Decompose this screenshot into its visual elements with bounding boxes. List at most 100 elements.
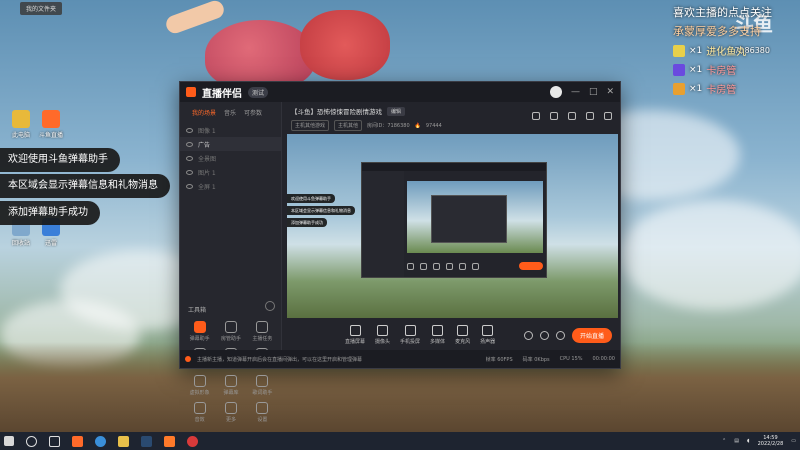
control-label: 多媒体 [430,339,446,345]
close-button[interactable]: ✕ [606,87,614,97]
speaker-button[interactable]: 扬声器 [480,325,495,345]
tab-scenes[interactable]: 我的场景 [192,108,216,117]
eye-icon[interactable] [186,141,193,147]
task-view-icon[interactable] [49,435,60,447]
scene-label: 全屏 1 [198,183,216,191]
danmaku-toast: 本区域会显示弹幕信息和礼物消息 [0,174,170,198]
camera-icon [377,325,389,336]
tool-sound[interactable]: 音效 [184,402,215,423]
scene-item[interactable]: 广告 [180,137,281,151]
camera-button[interactable]: 摄像头 [375,325,390,345]
eye-icon[interactable] [186,127,193,133]
start-live-button[interactable]: 开始直播 [571,327,612,343]
danmaku-toast: 添加弹幕助手成功 [0,201,100,225]
phone-icon [404,325,416,336]
tool-lyrics[interactable]: 歌词助手 [247,375,278,396]
desktop-icon[interactable]: 斗鱼直播 [30,110,72,139]
eye-icon[interactable] [539,330,549,340]
gift-badge-icon [673,82,685,95]
browser-icon[interactable] [95,435,106,447]
overlay-line1: 喜欢主播的点点关注 [673,6,772,19]
nested-sidebar [362,171,404,277]
stream-preview[interactable]: 欢迎使用斗鱼弹幕助手 本区域会显示弹幕信息和礼物消息 添加弹幕助手成功 [287,134,618,318]
toolbox-more-icon[interactable] [265,301,275,311]
lock-icon[interactable] [550,112,558,120]
cloud [620,200,800,310]
status-text[interactable]: 主播新主播，知道弹幕开启后会在直播间弹出，可以在这里开启和管理弹幕 [197,356,362,363]
record-icon[interactable] [523,330,533,340]
scene-item[interactable]: 图像 1 [180,123,281,137]
shop-icon[interactable] [568,112,576,120]
tool-admin-assistant[interactable]: 房管助手 [215,321,246,342]
subcategory-pill[interactable]: 主机其他 [334,120,363,131]
edit-title-button[interactable]: 编辑 [387,106,406,116]
live-companion-taskbar-icon[interactable] [164,435,175,447]
settings-gear-icon[interactable] [555,330,565,340]
scene-item[interactable]: 全景图 [180,151,281,165]
bell-icon[interactable] [586,112,594,120]
microphone-button[interactable]: 麦克风 [455,325,470,345]
tray-arrow-icon[interactable]: ⌃ [722,438,726,444]
overlay-line2: 承蒙厚爱多多支持 [673,25,761,38]
minimize-button[interactable]: — [571,87,580,97]
desktop-folder-tag[interactable]: 我的文件夹 [20,2,63,15]
network-icon[interactable]: ▤ [734,438,739,444]
room-title[interactable]: 【斗鱼】恐怖惊悚冒险剧情游戏 [291,106,382,116]
avatar[interactable] [549,86,562,98]
desktop-icon-label: 斗鱼直播 [38,132,63,139]
preview-toast: 欢迎使用斗鱼弹幕助手 [287,194,335,203]
gift-name: 进化鱼丸 [706,47,747,58]
scene-item[interactable]: 全屏 1 [180,179,281,193]
room-header: 【斗鱼】恐怖惊悚冒险剧情游戏 编辑 主机其他游戏 主机其他 房间ID：71863… [283,102,620,132]
viewer-count: 97444 [425,122,442,129]
share-icon[interactable] [604,112,612,120]
tool-more[interactable]: 更多 [215,402,246,423]
clock[interactable]: 14:59 2022/2/28 [758,435,784,447]
douyu-taskbar-icon[interactable] [72,435,83,447]
tool-label: 设置 [257,417,268,423]
computer-icon [12,110,30,128]
tool-danmaku-assistant[interactable]: 弹幕助手 [184,321,215,342]
gift-icon[interactable] [532,112,540,120]
gift-count: ×1 [689,83,703,94]
control-bar: 直播屏幕 摄像头 手机投屏 多媒体 麦克风 扬声器 开始直播 [283,319,620,351]
steam-icon[interactable] [141,435,152,447]
screen-capture-button[interactable]: 直播屏幕 [345,325,365,345]
live-companion-window: 直播伴侣 测试 — □ ✕ 我的场景 音乐 可参数 图像 1 广告 全景图 图片… [179,81,621,423]
toolbox-grid: 弹幕助手 房管助手 主播任务 预约直播 多人连麦 投屏器 虚拟形象 弹幕库 歌词… [184,321,278,423]
character-hair [300,10,390,80]
viewer-icon: 🔥 [414,122,421,129]
control-label: 直播屏幕 [345,339,366,345]
tool-avatar[interactable]: 虚拟形象 [184,375,215,396]
speaker-icon [482,325,494,336]
tool-label: 弹幕库 [223,390,239,396]
notification-icon[interactable]: ▭ [791,438,796,444]
category-pill[interactable]: 主机其他游戏 [291,120,330,131]
phone-cast-button[interactable]: 手机投屏 [400,325,420,345]
tool-danmaku-lib[interactable]: 弹幕库 [215,375,246,396]
character-body [205,20,315,90]
fps-readout: 帧率 60FPS [485,356,513,363]
scene-item[interactable]: 图片 1 [180,165,281,179]
search-icon[interactable] [26,435,37,447]
eye-icon[interactable] [186,155,193,161]
netease-music-icon[interactable] [187,435,198,447]
title-bar[interactable]: 直播伴侣 测试 — □ ✕ [180,82,620,102]
eye-icon[interactable] [186,183,193,189]
gift-overlay: 喜欢主播的点点关注 承蒙厚爱多多支持 ×1 进化鱼丸 ×1 卡房管 ×1 卡房管 [673,4,788,96]
maximize-button[interactable]: □ [589,87,598,97]
folder-icon[interactable] [118,435,129,447]
scene-label: 广告 [198,141,211,149]
tool-settings[interactable]: 设置 [247,402,278,423]
tab-music[interactable]: 音乐 [224,108,236,117]
control-label: 扬声器 [480,339,496,345]
info-icon [185,356,191,362]
nested-preview-window [361,162,547,278]
media-button[interactable]: 多媒体 [430,325,445,345]
taskbar: ⌃ ▤ ◖ 14:59 2022/2/28 ▭ [0,432,800,450]
volume-icon[interactable]: ◖ [747,438,750,444]
eye-icon[interactable] [186,169,193,175]
windows-start-icon[interactable] [4,436,14,446]
tab-params[interactable]: 可参数 [244,108,262,117]
tool-streamer-tasks[interactable]: 主播任务 [247,321,278,342]
